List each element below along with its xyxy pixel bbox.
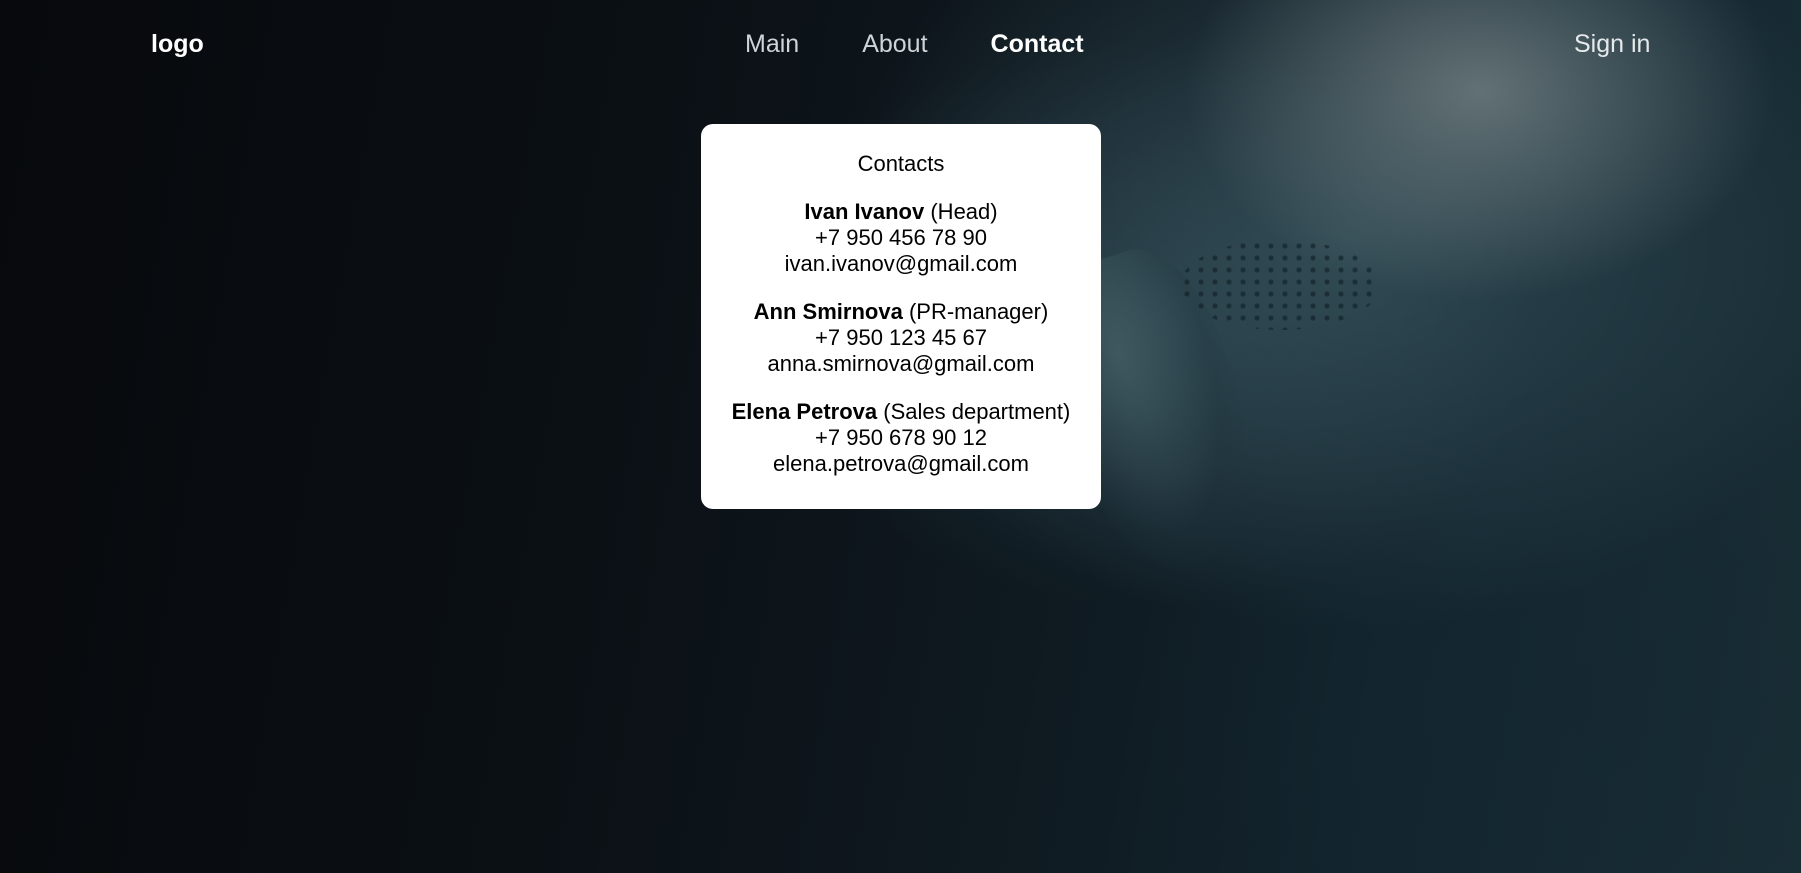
- contact-name: Ivan Ivanov: [804, 199, 925, 224]
- contact-email: anna.smirnova@gmail.com: [767, 351, 1035, 376]
- contact-name-line: Elena Petrova (Sales department): [701, 399, 1101, 425]
- nav-item-contact[interactable]: Contact: [991, 30, 1084, 59]
- contact-entry: Ann Smirnova (PR-manager) +7 950 123 45 …: [701, 299, 1101, 377]
- contact-name: Elena Petrova: [731, 399, 878, 424]
- sign-in-link[interactable]: Sign in: [1574, 30, 1650, 59]
- nav-item-main[interactable]: Main: [745, 30, 799, 59]
- contact-role: (PR-manager): [908, 299, 1049, 324]
- contact-name-line: Ivan Ivanov (Head): [701, 199, 1101, 225]
- contact-email: ivan.ivanov@gmail.com: [784, 251, 1018, 276]
- contact-role: (Sales department): [883, 399, 1071, 424]
- card-title: Contacts: [857, 151, 945, 176]
- contact-name-line: Ann Smirnova (PR-manager): [701, 299, 1101, 325]
- contact-email: elena.petrova@gmail.com: [773, 451, 1029, 476]
- contact-name: Ann Smirnova: [753, 299, 903, 324]
- contact-entry: Elena Petrova (Sales department) +7 950 …: [701, 399, 1101, 477]
- fish-school: [1180, 240, 1380, 330]
- site-header: logo Main About Contact Sign in: [0, 0, 1801, 90]
- contact-phone: +7 950 123 45 67: [815, 325, 987, 350]
- main-nav: Main About Contact: [745, 30, 1084, 59]
- nav-item-about[interactable]: About: [862, 30, 927, 59]
- contacts-card: Contacts Ivan Ivanov (Head) +7 950 456 7…: [701, 124, 1101, 509]
- contact-phone: +7 950 678 90 12: [815, 425, 987, 450]
- contact-phone: +7 950 456 78 90: [815, 225, 987, 250]
- logo[interactable]: logo: [151, 30, 204, 59]
- contact-role: (Head): [930, 199, 998, 224]
- contact-entry: Ivan Ivanov (Head) +7 950 456 78 90 ivan…: [701, 199, 1101, 277]
